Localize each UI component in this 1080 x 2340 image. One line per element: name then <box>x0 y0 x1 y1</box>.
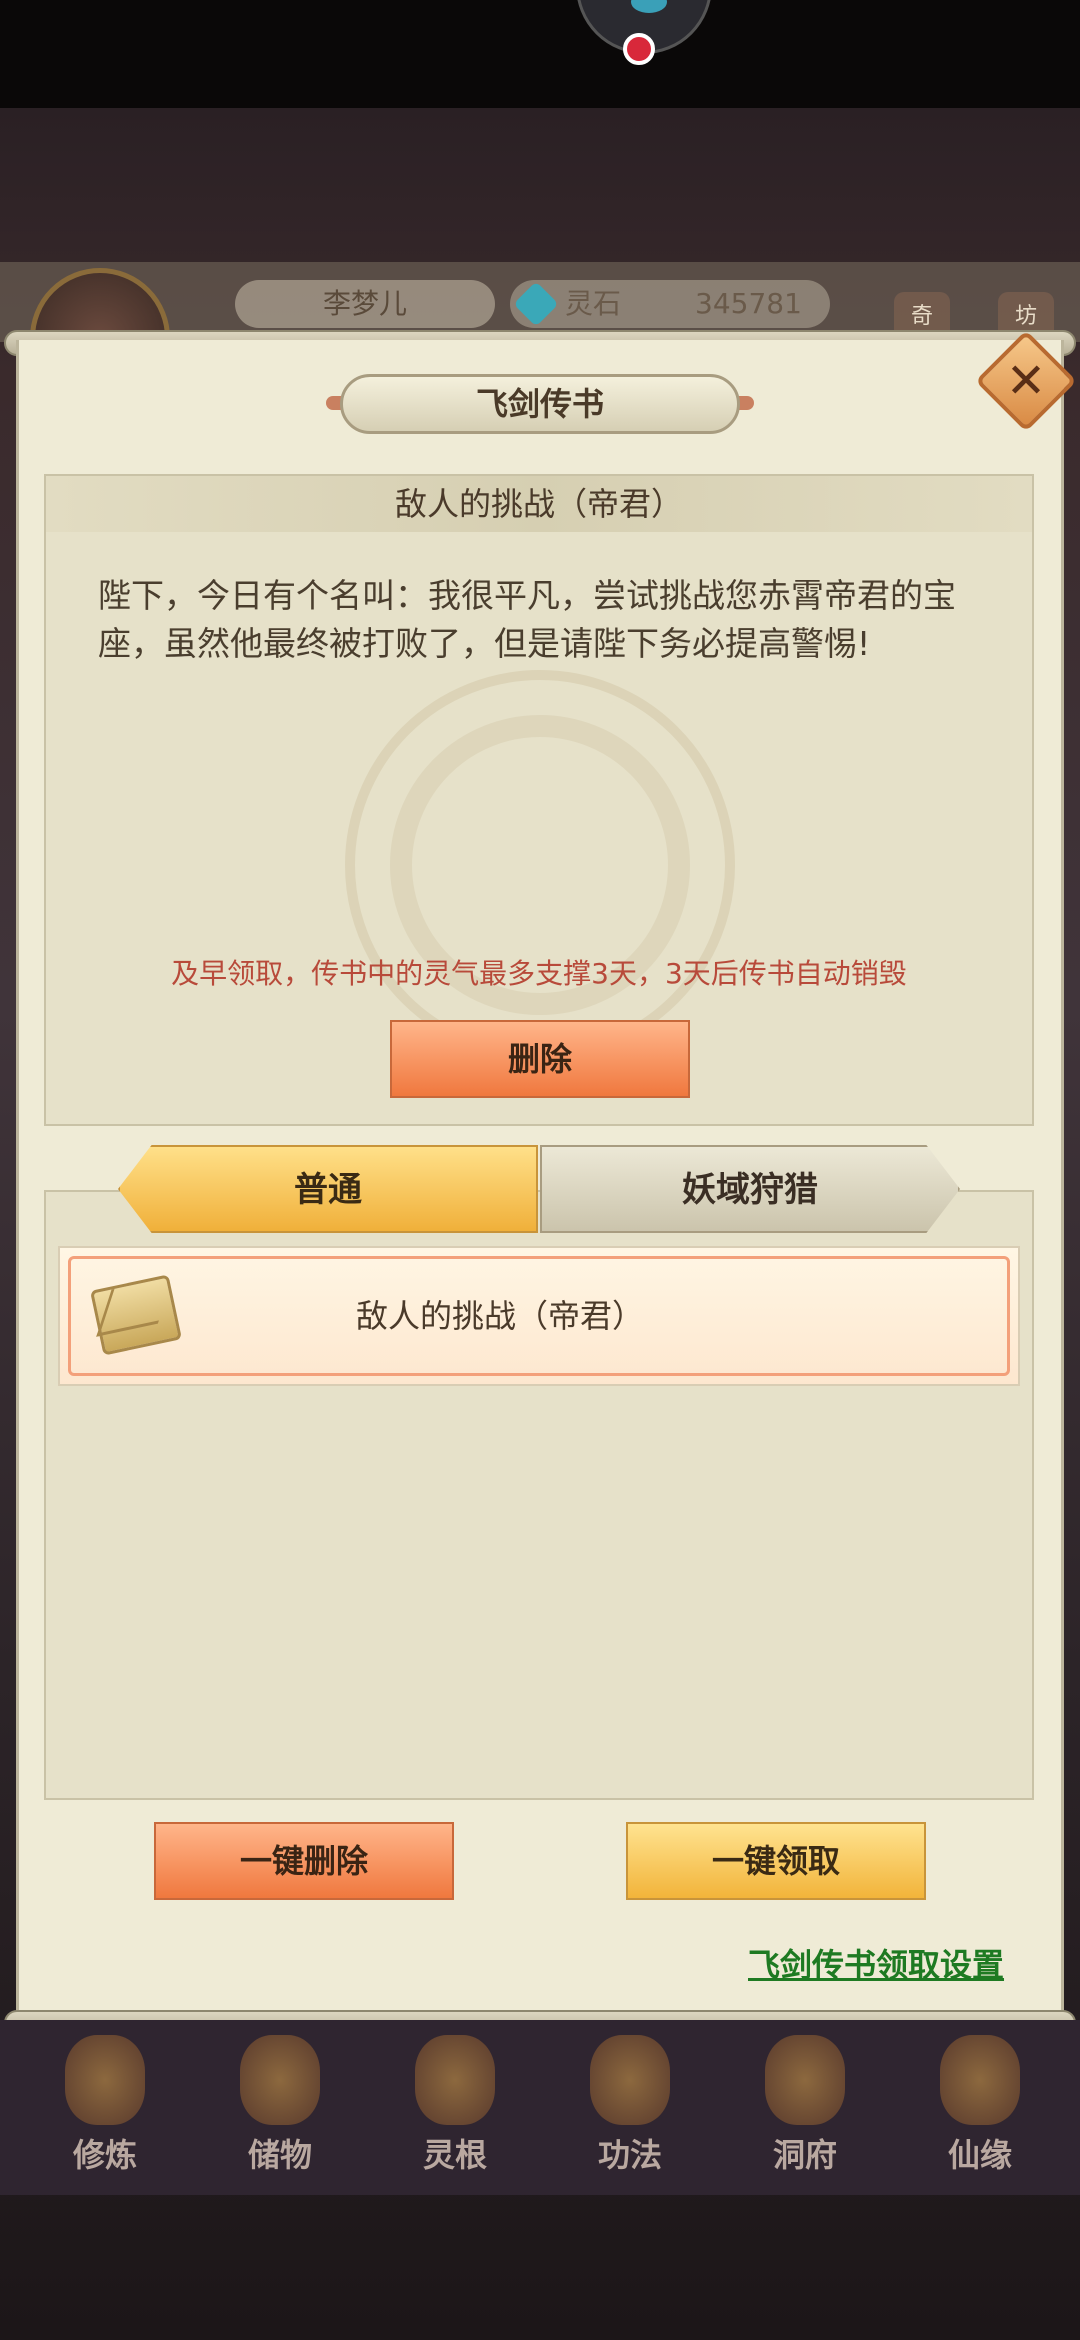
tab-demon-hunt[interactable]: 妖域狩猎 <box>540 1145 960 1233</box>
player-name: 李梦儿 <box>235 280 495 328</box>
nav-cave[interactable]: 洞府 <box>740 2030 870 2180</box>
cultivate-icon <box>65 2035 145 2125</box>
nav-spirit-root[interactable]: 灵根 <box>390 2030 520 2180</box>
nav-label: 功法 <box>597 2136 662 2174</box>
currency-value: 345781 <box>695 287 802 320</box>
technique-book-icon <box>590 2035 670 2125</box>
nav-cultivate[interactable]: 修炼 <box>40 2030 170 2180</box>
nav-label: 修炼 <box>72 2136 137 2174</box>
nav-storage[interactable]: 储物 <box>215 2030 345 2180</box>
expiry-warning: 及早领取，传书中的灵气最多支撑3天，3天后传书自动销毁 <box>171 957 907 990</box>
claim-all-button[interactable]: 一键领取 <box>626 1822 926 1900</box>
status-bar <box>0 0 1080 108</box>
record-indicator-icon <box>623 33 655 65</box>
nav-label: 洞府 <box>772 2136 837 2174</box>
spirit-root-icon <box>415 2035 495 2125</box>
spirit-stone-icon <box>513 281 559 327</box>
nav-label: 储物 <box>247 2136 312 2174</box>
storage-bag-icon <box>240 2035 320 2125</box>
delete-button[interactable]: 删除 <box>390 1020 690 1098</box>
nav-technique[interactable]: 功法 <box>565 2030 695 2180</box>
nav-fate[interactable]: 仙缘 <box>915 2030 1045 2180</box>
immortal-fate-icon <box>940 2035 1020 2125</box>
nav-label: 仙缘 <box>947 2136 1012 2174</box>
message-heading: 敌人的挑战（帝君） <box>46 476 1032 532</box>
message-body: 陛下，今日有个名叫：我很平凡，尝试挑战您赤霄帝君的宝座，虽然他最终被打败了，但是… <box>98 576 956 663</box>
delete-all-button[interactable]: 一键删除 <box>154 1822 454 1900</box>
currency-display: 灵石 345781 <box>510 280 830 328</box>
list-item-title: 敌人的挑战（帝君） <box>355 1297 644 1335</box>
cave-dwelling-icon <box>765 2035 845 2125</box>
currency-label: 灵石 <box>565 287 622 320</box>
close-icon[interactable]: ✕ <box>990 345 1062 417</box>
nav-label: 灵根 <box>422 2136 487 2174</box>
tab-common[interactable]: 普通 <box>118 1145 538 1233</box>
dialog-title: 飞剑传书 <box>340 374 740 434</box>
claim-settings-link[interactable]: 飞剑传书领取设置 <box>748 1940 1004 1986</box>
